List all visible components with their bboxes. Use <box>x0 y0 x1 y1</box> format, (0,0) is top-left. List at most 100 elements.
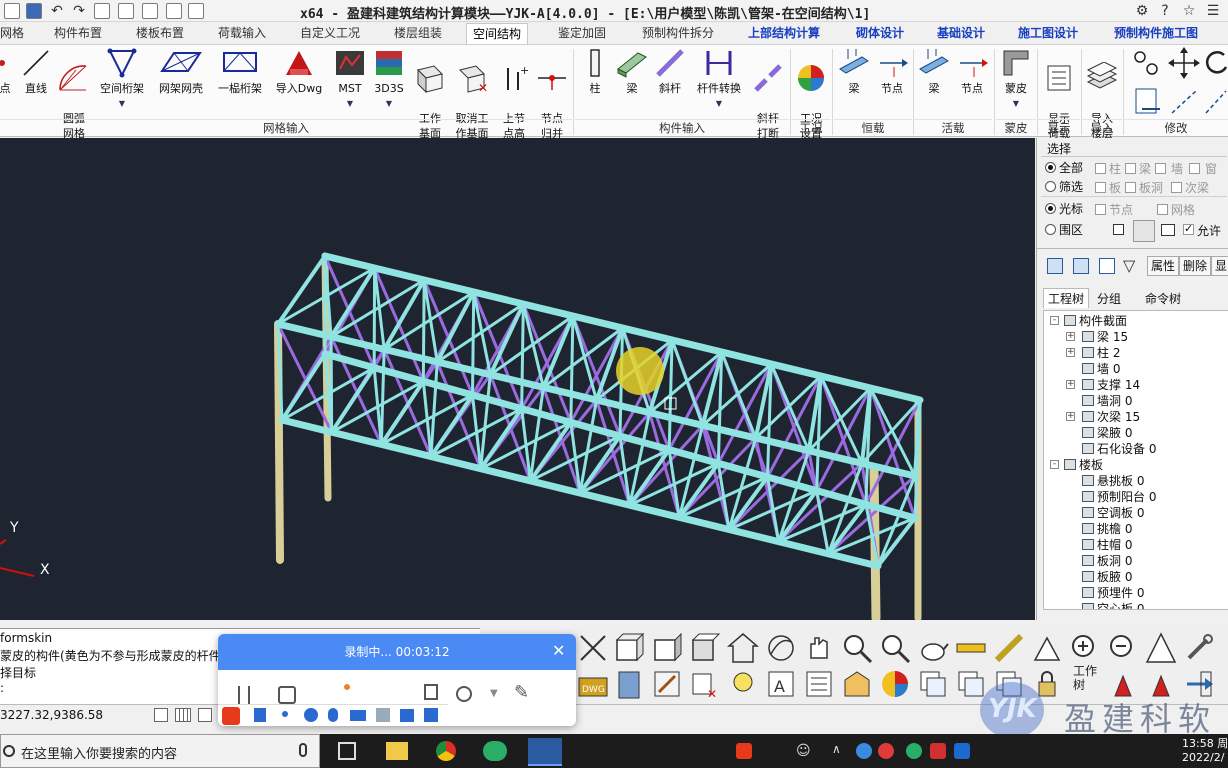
chord-member[interactable] <box>278 416 882 570</box>
grid-toggle-icon[interactable] <box>175 708 191 722</box>
view-side-icon[interactable] <box>689 632 721 664</box>
break-tool-icon[interactable] <box>577 632 609 664</box>
model-viewport[interactable]: Y X <box>0 138 1035 623</box>
ime-voice-icon[interactable] <box>328 708 338 722</box>
rotate-tool-button[interactable] <box>1204 47 1228 81</box>
chord-member[interactable] <box>429 360 439 458</box>
view-front-icon[interactable] <box>651 632 683 664</box>
radio-all[interactable] <box>1045 162 1056 173</box>
tree-node[interactable]: 空心板 0 <box>1082 601 1144 609</box>
save-icon[interactable] <box>26 3 42 19</box>
chk-sec-beam[interactable] <box>1171 182 1182 193</box>
dwg-export-icon[interactable]: DWG <box>577 668 609 700</box>
column-button[interactable]: 柱 <box>580 47 610 96</box>
radio-filter[interactable] <box>1045 181 1056 192</box>
color-wheel-icon[interactable] <box>879 668 911 700</box>
single-truss-button[interactable]: 一榀桁架 <box>214 47 266 96</box>
live-node-load-button[interactable]: 节点 <box>954 47 990 96</box>
tab-slab-layout[interactable]: 楼板布置 <box>136 23 184 44</box>
chord-member[interactable] <box>471 290 476 397</box>
chord-member[interactable] <box>329 365 377 435</box>
tree-expander[interactable]: + <box>1066 380 1075 389</box>
tray-app1-icon[interactable] <box>856 743 872 759</box>
tree-expander[interactable]: - <box>1050 316 1059 325</box>
3d3s-button[interactable]: 3D3S ▼ <box>370 47 408 111</box>
chk-grid[interactable] <box>1157 204 1168 215</box>
tab-project-tree[interactable]: 工程树 <box>1043 288 1090 308</box>
camera-icon[interactable] <box>456 686 472 702</box>
tray-app2-icon[interactable] <box>878 743 894 759</box>
exit-icon[interactable] <box>1183 668 1215 700</box>
pen-tool-icon[interactable] <box>344 684 350 690</box>
tab-floor-assembly[interactable]: 楼层组装 <box>394 23 442 44</box>
tree-node[interactable]: 石化设备 0 <box>1082 441 1156 457</box>
redraw-icon[interactable] <box>1107 668 1139 700</box>
chord-member[interactable] <box>520 302 525 411</box>
chord-member[interactable] <box>571 314 598 402</box>
brace-member[interactable] <box>569 326 624 424</box>
ime-toolbox-icon[interactable] <box>424 708 438 722</box>
menu-icon[interactable]: ☰ <box>1204 2 1222 20</box>
microphone-icon[interactable] <box>299 743 307 757</box>
point-button[interactable]: 点 <box>0 47 14 96</box>
text-tool-icon[interactable] <box>1145 632 1177 664</box>
text-annotation-icon[interactable]: A <box>765 668 797 700</box>
tree-node[interactable]: 挑檐 0 <box>1082 521 1132 537</box>
star-icon[interactable]: ☆ <box>1180 2 1198 20</box>
list-icon[interactable] <box>803 668 835 700</box>
layer-paste-icon[interactable] <box>993 668 1025 700</box>
home-view-icon[interactable] <box>726 632 760 664</box>
tray-expand-icon[interactable]: ∧ <box>832 742 841 756</box>
tab-groups[interactable]: 分组 <box>1097 290 1121 308</box>
import-icon[interactable] <box>142 3 158 19</box>
filter-icon[interactable]: ▽ <box>1123 256 1135 275</box>
lock-icon[interactable] <box>1031 668 1063 700</box>
pause-icon[interactable] <box>238 686 250 704</box>
brace-button[interactable]: 斜杆 <box>652 47 688 96</box>
chk-column[interactable] <box>1095 163 1106 174</box>
tree-node[interactable]: 构件截面 <box>1064 313 1127 329</box>
tree-node[interactable]: 梁 15 <box>1082 329 1128 345</box>
mirror-tool-button[interactable] <box>1132 87 1164 119</box>
snap-toggle-icon[interactable] <box>154 708 168 722</box>
sogou-icon[interactable] <box>222 707 240 725</box>
import-dwg-button[interactable]: 导入Dwg <box>272 47 326 96</box>
close-icon[interactable]: ✕ <box>552 641 565 660</box>
chord-member[interactable] <box>421 278 426 383</box>
zoom-window-icon[interactable] <box>841 632 873 664</box>
property-button[interactable]: 属性 <box>1147 256 1180 276</box>
orbit-icon[interactable] <box>765 632 797 664</box>
tools-icon[interactable]: ⚙ <box>1133 2 1151 20</box>
tab-space-structure[interactable]: 空间结构 <box>466 23 529 44</box>
chk-slab-hole[interactable] <box>1125 182 1136 193</box>
chord-member[interactable] <box>329 266 377 339</box>
line-button[interactable]: 直线 <box>18 47 54 96</box>
chord-member[interactable] <box>329 335 334 434</box>
close-doc-icon[interactable] <box>166 3 182 19</box>
chrome-icon[interactable] <box>436 741 456 761</box>
angle-measure-icon[interactable] <box>1031 632 1063 664</box>
light-icon[interactable] <box>727 668 759 700</box>
cross-select-icon[interactable] <box>1133 220 1155 242</box>
new-group-icon[interactable] <box>1099 258 1115 274</box>
chord-member[interactable] <box>819 374 864 465</box>
chord-member[interactable] <box>379 347 386 446</box>
tree-node[interactable]: 柱 2 <box>1082 345 1120 361</box>
tree-node[interactable]: 板腋 0 <box>1082 569 1132 585</box>
tab-command-tree[interactable]: 命令树 <box>1145 290 1181 308</box>
chord-member[interactable] <box>472 290 492 377</box>
ortho-toggle-icon[interactable] <box>198 708 212 722</box>
chk-window[interactable] <box>1189 163 1200 174</box>
tab-upper-calc[interactable]: 上部结构计算 <box>748 23 820 44</box>
tree-node[interactable]: 板洞 0 <box>1082 553 1132 569</box>
taskbar-search[interactable]: 在这里输入你要搜索的内容 <box>0 734 320 768</box>
recent-icon[interactable] <box>188 3 204 19</box>
teapot-icon[interactable] <box>917 632 949 664</box>
tray-wechat-icon[interactable] <box>906 743 922 759</box>
tree-expander[interactable]: + <box>1066 348 1075 357</box>
edit-icon[interactable]: ✎ <box>514 682 529 703</box>
zoom-out-icon[interactable] <box>1107 632 1139 664</box>
export-icon[interactable] <box>118 3 134 19</box>
ime-emoji-icon[interactable] <box>304 708 318 722</box>
tree-expander[interactable]: - <box>1050 460 1059 469</box>
